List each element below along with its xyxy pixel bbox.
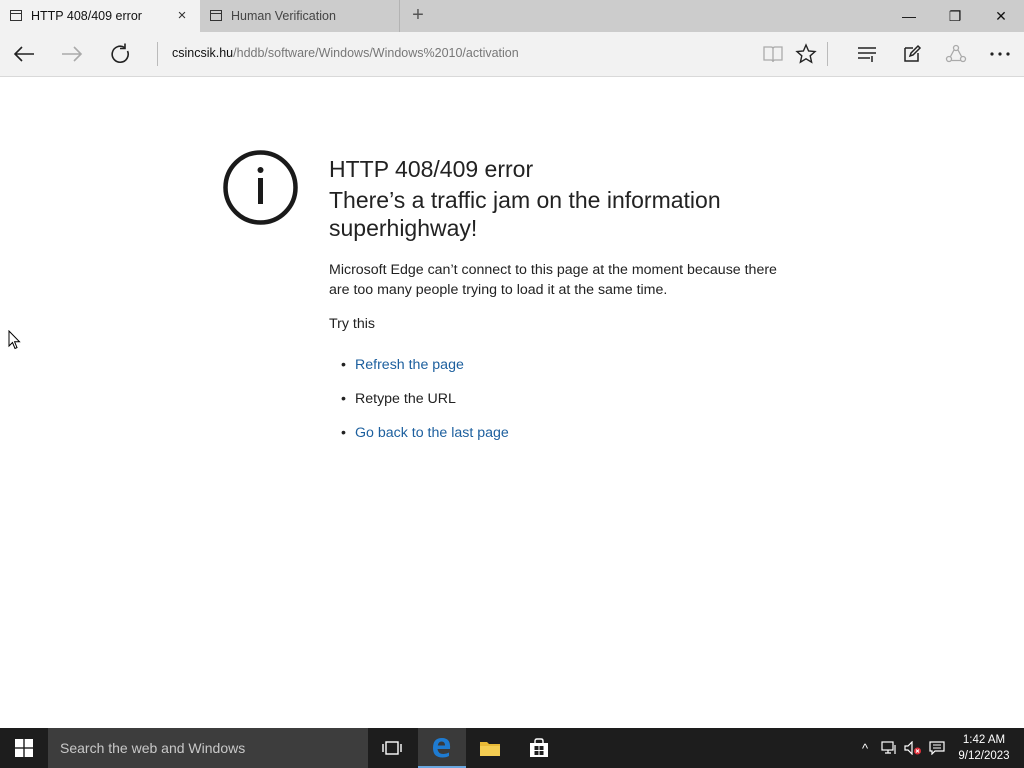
- suggestion-item: • Refresh the page: [341, 357, 464, 373]
- bullet: •: [341, 357, 346, 373]
- go-back-link[interactable]: Go back to the last page: [355, 425, 509, 441]
- taskbar: Search the web and Windows ^ 1:42 AM 9/1…: [0, 728, 1024, 768]
- action-center-icon[interactable]: [926, 728, 948, 768]
- tab-close-icon[interactable]: ×: [174, 8, 190, 24]
- system-clock[interactable]: 1:42 AM 9/12/2023: [950, 732, 1018, 764]
- tab-http-error[interactable]: HTTP 408/409 error ×: [0, 0, 200, 32]
- refresh-icon: [111, 43, 129, 64]
- tab-title: HTTP 408/409 error: [31, 9, 142, 23]
- back-icon: [13, 46, 34, 62]
- edge-taskbar-button[interactable]: [418, 728, 466, 768]
- tab-title: Human Verification: [231, 9, 336, 23]
- web-note-icon: [904, 44, 922, 62]
- navigation-bar: csincsik.hu/hddb/software/Windows/Window…: [0, 32, 1024, 77]
- mouse-cursor-icon: [8, 330, 21, 350]
- suggestion-item: • Retype the URL: [341, 391, 456, 407]
- info-icon: [223, 150, 298, 225]
- share-icon: [945, 44, 967, 63]
- tab-human-verification[interactable]: Human Verification: [200, 0, 400, 32]
- web-note-button[interactable]: [895, 38, 929, 70]
- favorite-button[interactable]: [789, 38, 823, 70]
- back-button[interactable]: [7, 38, 41, 70]
- tray-chevron-icon[interactable]: ^: [854, 728, 876, 768]
- address-host: csincsik.hu: [172, 46, 234, 60]
- network-icon[interactable]: [878, 728, 900, 768]
- address-path: /hddb/software/Windows/Windows%2010/acti…: [233, 46, 519, 60]
- volume-muted-icon[interactable]: [902, 728, 924, 768]
- file-explorer-button[interactable]: [466, 728, 514, 768]
- address-divider: [157, 42, 158, 66]
- more-button[interactable]: [983, 38, 1017, 70]
- windows-logo-icon: [15, 739, 33, 757]
- close-window-button[interactable]: ✕: [978, 0, 1024, 32]
- edge-icon: [433, 738, 451, 758]
- store-button[interactable]: [515, 728, 563, 768]
- share-button[interactable]: [939, 38, 973, 70]
- forward-button[interactable]: [55, 38, 89, 70]
- bullet: •: [341, 391, 346, 407]
- refresh-button[interactable]: [103, 38, 137, 70]
- toolbar-divider: [827, 42, 828, 66]
- task-view-button[interactable]: [368, 728, 416, 768]
- try-this-label: Try this: [329, 316, 375, 332]
- page-icon: [210, 10, 222, 21]
- page-icon: [10, 10, 22, 21]
- error-title: HTTP 408/409 error: [329, 156, 534, 182]
- search-placeholder: Search the web and Windows: [60, 740, 246, 756]
- new-tab-button[interactable]: +: [408, 5, 428, 25]
- task-view-icon: [382, 741, 402, 755]
- error-subtitle: There’s a traffic jam on the information…: [329, 187, 721, 241]
- tab-strip: HTTP 408/409 error × Human Verification …: [0, 0, 1024, 32]
- store-icon: [530, 738, 548, 757]
- bullet: •: [341, 425, 346, 441]
- suggestion-item: • Go back to the last page: [341, 425, 509, 441]
- forward-icon: [62, 46, 83, 62]
- taskbar-search-box[interactable]: Search the web and Windows: [48, 728, 368, 768]
- address-bar[interactable]: csincsik.hu/hddb/software/Windows/Window…: [172, 46, 519, 60]
- refresh-page-link[interactable]: Refresh the page: [355, 357, 464, 373]
- error-description: Microsoft Edge can’t connect to this pag…: [329, 262, 777, 298]
- favorite-star-icon: [795, 43, 817, 64]
- hub-button[interactable]: [850, 38, 884, 70]
- reading-view-button[interactable]: [756, 38, 790, 70]
- minimize-button[interactable]: —: [886, 0, 932, 32]
- reading-view-icon: [763, 46, 783, 63]
- restore-button[interactable]: ❐: [932, 0, 978, 32]
- start-button[interactable]: [0, 728, 48, 768]
- clock-date: 9/12/2023: [958, 750, 1010, 762]
- more-icon: [990, 52, 1010, 56]
- retype-url-text: Retype the URL: [355, 391, 456, 407]
- hub-icon: [858, 47, 876, 62]
- clock-time: 1:42 AM: [962, 734, 1006, 746]
- folder-icon: [480, 742, 500, 756]
